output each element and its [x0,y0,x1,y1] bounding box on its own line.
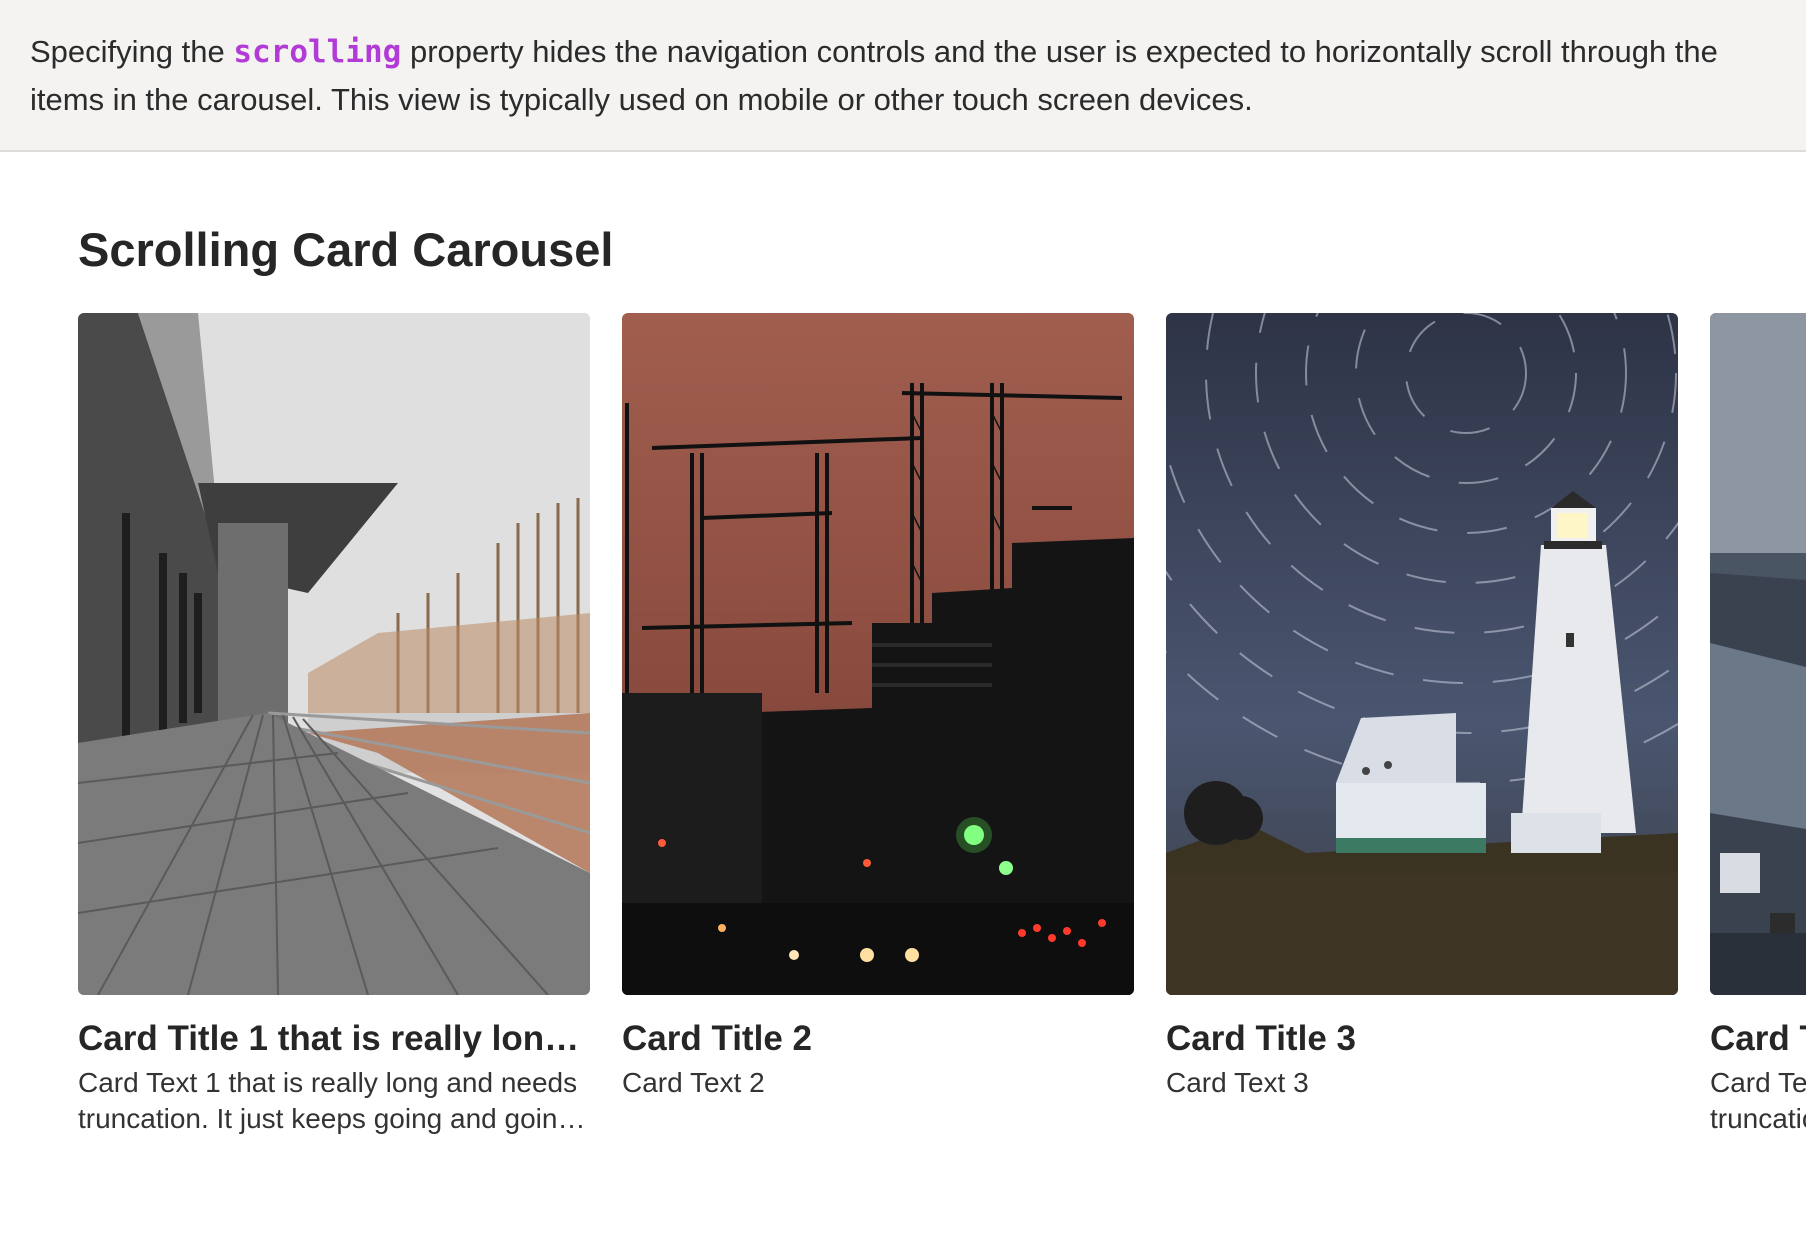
card-text: Card Text 3 [1166,1067,1309,1098]
carousel-card-3[interactable]: Card Title 3 Card Text 3 [1166,313,1678,1137]
card-text: Card Text 4 that is really long and need… [1710,1067,1806,1134]
card-image-construction-cranes [622,313,1134,995]
card-text: Card Text 1 that is really long and need… [78,1067,578,1134]
card-text: Card Text 2 [622,1067,765,1098]
card-title: Card Title 3 [1166,1019,1356,1058]
scrolling-code: scrolling [233,34,402,70]
card-carousel[interactable]: Card Title 1 that is really long and nee… [78,313,1806,1173]
intro-text-before: Specifying the [30,34,234,69]
carousel-card-1[interactable]: Card Title 1 that is really long and nee… [78,313,590,1137]
section-title: Scrolling Card Carousel [78,223,614,276]
card-image-rooftops [1710,313,1806,995]
carousel-track: Card Title 1 that is really long and nee… [78,313,1806,1137]
card-image-building-walkway [78,313,590,995]
card-title: Card Title 1 that is really long and nee… [78,1019,590,1058]
carousel-card-4[interactable]: Card Title 4 that is really long and nee… [1710,313,1806,1137]
card-title: Card Title 4 that is really long and nee… [1710,1019,1806,1058]
card-image-lighthouse [1166,313,1678,995]
carousel-card-2[interactable]: Card Title 2 Card Text 2 [622,313,1134,1137]
card-title: Card Title 2 [622,1019,812,1058]
intro-paragraph: Specifying the scrolling property hides … [0,0,1806,152]
